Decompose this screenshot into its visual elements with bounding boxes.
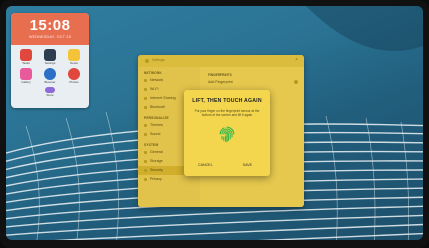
- bluetooth-icon: [144, 105, 147, 109]
- pane-header: FINGERPRINTS: [208, 73, 232, 77]
- app-tile-empty: [62, 87, 86, 98]
- close-icon[interactable]: ×: [295, 57, 298, 63]
- storage-icon: [144, 159, 147, 163]
- share-icon: [144, 96, 147, 100]
- sidebar-item-label: Wi-Fi: [150, 87, 159, 91]
- app-tile[interactable]: Notes: [62, 49, 86, 66]
- photos-icon: [68, 68, 80, 80]
- add-fingerprint-row[interactable]: Add Fingerprint: [200, 77, 304, 84]
- clock-time: 15:08: [29, 17, 71, 34]
- tasks-icon: [20, 49, 32, 61]
- clock-card: 15:08 WEDNESDAY, OCT 25: [11, 13, 89, 45]
- sidebar-item-label: Security: [150, 168, 163, 172]
- gear-icon: [44, 49, 56, 61]
- clock-date: WEDNESDAY, OCT 25: [28, 35, 72, 39]
- app-tile[interactable]: Gallery: [14, 68, 38, 85]
- app-tile[interactable]: Browser: [38, 68, 62, 85]
- settings-titlebar: Settings ×: [138, 55, 304, 67]
- shield-icon: [144, 168, 147, 172]
- save-button[interactable]: SAVE: [243, 160, 252, 170]
- app-tile[interactable]: Photos: [62, 68, 86, 85]
- lock-icon: [144, 177, 147, 181]
- notes-icon: [68, 49, 80, 61]
- app-tile[interactable]: Settings: [38, 49, 62, 66]
- home-widget: 15:08 WEDNESDAY, OCT 25 Tasks Settings N…: [11, 13, 89, 108]
- app-label: Gallery: [21, 80, 31, 84]
- palette-icon: [144, 123, 147, 127]
- dialog-actions: CANCEL SAVE: [184, 160, 270, 170]
- app-tile-empty: [14, 87, 38, 98]
- app-label: Photos: [69, 80, 79, 84]
- fingerprint-icon: [219, 126, 235, 143]
- sidebar-item-network[interactable]: Network: [138, 76, 200, 85]
- gear-icon: [144, 150, 147, 154]
- section-header: NETWORK: [144, 71, 162, 75]
- sidebar-item-label: Storage: [150, 159, 163, 163]
- network-icon: [144, 78, 147, 82]
- app-tile[interactable]: Store: [38, 87, 62, 98]
- device-bezel: 15:08 WEDNESDAY, OCT 25 Tasks Settings N…: [0, 0, 429, 248]
- app-label: Notes: [70, 61, 78, 65]
- globe-icon: [44, 68, 56, 80]
- settings-title: Settings: [152, 58, 165, 62]
- speaker-icon: [144, 132, 147, 136]
- app-label: Tasks: [22, 61, 30, 65]
- sidebar-item-label: Bluetooth: [150, 105, 166, 109]
- dialog-title: LIFT, THEN TOUCH AGAIN: [192, 98, 262, 104]
- app-label: Settings: [44, 61, 56, 65]
- sidebar-item-label: Network: [150, 78, 164, 82]
- app-grid: Tasks Settings Notes Gallery Browser Pho…: [11, 45, 89, 98]
- sidebar-item-privacy[interactable]: Privacy: [138, 175, 200, 184]
- app-label: Store: [46, 93, 54, 97]
- sidebar-item-label: General: [150, 150, 163, 154]
- chevron-right-icon: [294, 80, 298, 84]
- app-icon: [145, 59, 149, 63]
- app-tile[interactable]: Tasks: [14, 49, 38, 66]
- sidebar-item-label: Sound: [150, 132, 161, 136]
- fingerprint-dialog: LIFT, THEN TOUCH AGAIN Put your finger o…: [184, 90, 270, 176]
- app-label: Browser: [44, 80, 56, 84]
- dialog-description: Put your finger on the fingerprint senso…: [194, 109, 260, 118]
- sidebar-item-label: Themes: [150, 123, 163, 127]
- sidebar-item-label: Privacy: [150, 177, 162, 181]
- wifi-icon: [144, 87, 147, 91]
- sidebar-item-label: Internet Sharing: [150, 96, 176, 100]
- row-label: Add Fingerprint: [208, 80, 233, 84]
- gallery-icon: [20, 68, 32, 80]
- cancel-button[interactable]: CANCEL: [198, 160, 213, 170]
- desktop-screen: 15:08 WEDNESDAY, OCT 25 Tasks Settings N…: [6, 6, 423, 240]
